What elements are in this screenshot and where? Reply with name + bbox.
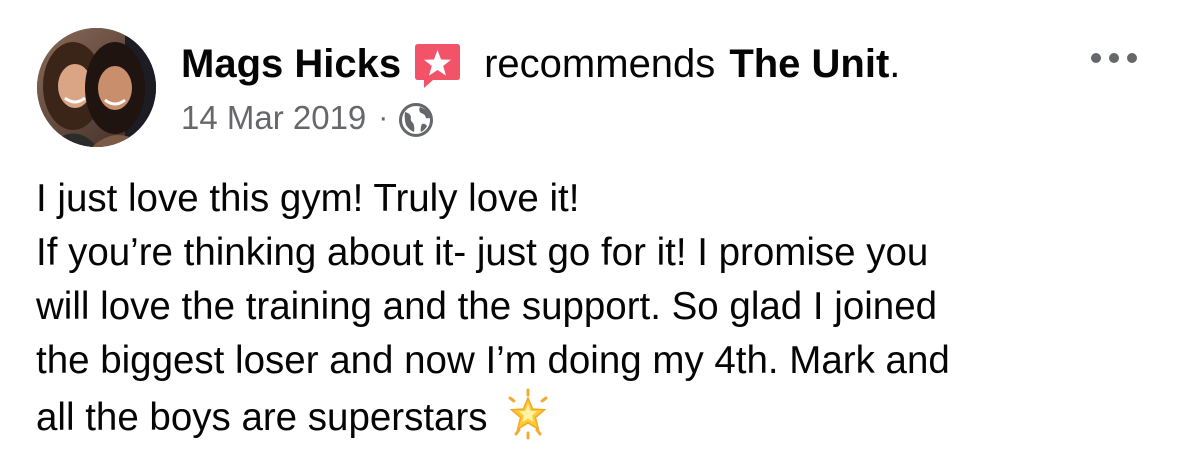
avatar-photo bbox=[37, 28, 156, 147]
more-options-button[interactable] bbox=[1084, 40, 1144, 76]
glowing-star-emoji-icon bbox=[502, 388, 554, 440]
post-date[interactable]: 14 Mar 2019 bbox=[181, 99, 366, 137]
more-options-icon bbox=[1091, 53, 1137, 63]
post-body-line: I just love this gym! Truly love it! bbox=[36, 177, 580, 220]
recommends-text: recommends bbox=[484, 42, 716, 86]
recommendation-post: Mags Hicks recommends The Unit . 14 Mar … bbox=[0, 0, 1179, 460]
post-body: I just love this gym! Truly love it! If … bbox=[36, 172, 1156, 445]
post-meta: 14 Mar 2019 · bbox=[181, 96, 434, 140]
post-body-line: If you’re thinking about it- just go for… bbox=[36, 231, 929, 274]
post-body-line: the biggest loser and now I’m doing my 4… bbox=[36, 339, 950, 382]
post-body-line: will love the training and the support. … bbox=[36, 285, 938, 328]
post-body-last-line: all the boys are superstars bbox=[36, 388, 1156, 445]
author-avatar[interactable] bbox=[37, 28, 156, 147]
author-name[interactable]: Mags Hicks bbox=[181, 38, 401, 90]
recommend-star-icon bbox=[413, 41, 462, 90]
page-name-link[interactable]: The Unit bbox=[729, 38, 889, 90]
post-body-line: all the boys are superstars bbox=[36, 396, 488, 439]
header-period: . bbox=[889, 42, 901, 86]
post-header: Mags Hicks recommends The Unit . bbox=[181, 38, 900, 90]
globe-icon bbox=[398, 102, 434, 138]
meta-separator: · bbox=[378, 101, 389, 134]
